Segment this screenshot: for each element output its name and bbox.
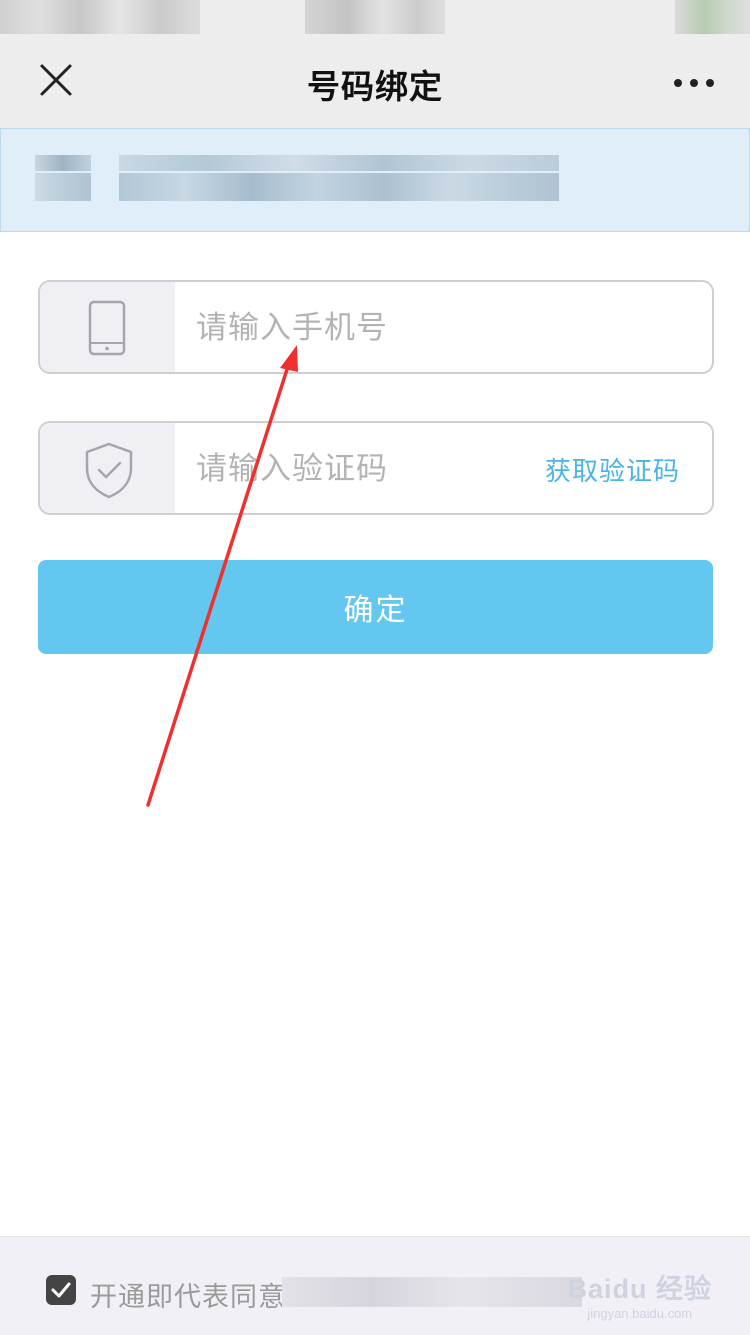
status-bar-blur xyxy=(305,0,445,34)
phone-input[interactable] xyxy=(194,302,528,354)
phone-field[interactable] xyxy=(38,280,714,374)
status-bar xyxy=(0,0,750,38)
phone-icon-box xyxy=(40,282,175,372)
info-banner xyxy=(0,128,750,232)
shield-check-icon xyxy=(85,442,133,499)
nav-bar: 号码绑定 xyxy=(0,38,750,128)
agreement-checkbox[interactable] xyxy=(46,1275,76,1305)
confirm-button[interactable]: 确定 xyxy=(38,560,713,654)
banner-blur xyxy=(119,173,559,201)
watermark-logo: Baidu 经验 xyxy=(567,1274,712,1304)
status-bar-blur xyxy=(0,0,200,34)
watermark-url: jingyan.baidu.com xyxy=(587,1306,693,1321)
watermark: Baidu 经验 jingyan.baidu.com xyxy=(567,1267,712,1321)
banner-blur xyxy=(35,155,91,171)
shield-icon-box xyxy=(40,423,175,513)
code-field[interactable]: 获取验证码 xyxy=(38,421,714,515)
banner-blur xyxy=(119,155,559,171)
get-code-button[interactable]: 获取验证码 xyxy=(545,451,680,488)
agreement-bar: 开通即代表同意 Baidu 经验 jingyan.baidu.com xyxy=(0,1236,750,1335)
page-title: 号码绑定 xyxy=(307,67,443,106)
agreement-link-blur[interactable] xyxy=(282,1277,582,1307)
agreement-text: 开通即代表同意 xyxy=(90,1282,286,1313)
status-bar-blur xyxy=(675,0,750,34)
more-icon[interactable] xyxy=(672,68,716,98)
code-input[interactable] xyxy=(194,443,528,495)
phone-icon xyxy=(88,300,126,356)
checkmark-icon xyxy=(51,1282,71,1298)
banner-blur xyxy=(35,173,91,201)
